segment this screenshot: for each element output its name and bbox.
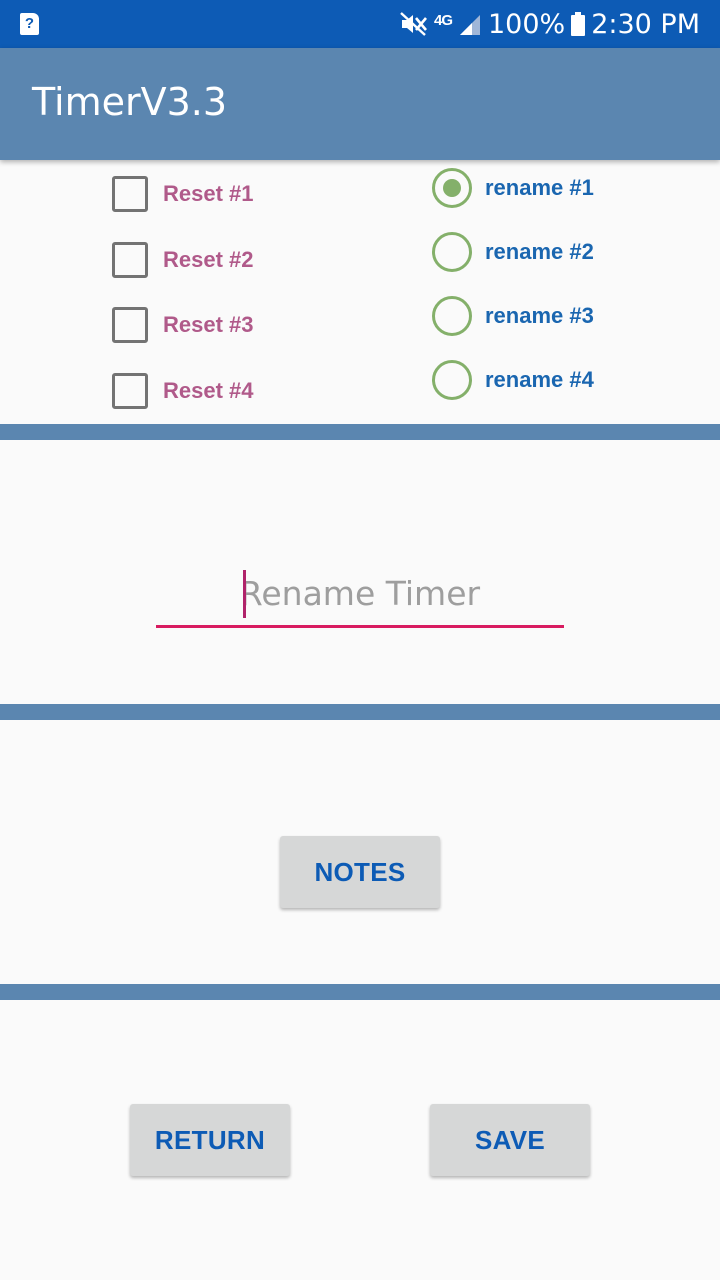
rename-3-radio[interactable] (432, 296, 472, 336)
reset-1-label: Reset #1 (163, 181, 254, 206)
status-bar: ? 4G 100% 2:30 PM (0, 0, 720, 48)
reset-3-checkbox-row[interactable]: Reset #3 (112, 307, 254, 343)
reset-1-checkbox[interactable] (112, 176, 148, 212)
rename-3-radio-row[interactable]: rename #3 (432, 296, 594, 336)
rename-1-radio[interactable] (432, 168, 472, 208)
clock: 2:30 PM (591, 8, 700, 40)
reset-4-checkbox[interactable] (112, 373, 148, 409)
reset-3-label: Reset #3 (163, 312, 254, 337)
reset-1-checkbox-row[interactable]: Reset #1 (112, 176, 254, 212)
section-divider (0, 984, 720, 1000)
return-button[interactable]: RETURN (130, 1104, 290, 1176)
reset-4-checkbox-row[interactable]: Reset #4 (112, 373, 254, 409)
signal-strength-icon (460, 15, 480, 35)
notes-button[interactable]: NOTES (280, 836, 440, 908)
rename-4-radio[interactable] (432, 360, 472, 400)
status-icons: 4G 100% 2:30 PM (400, 0, 700, 48)
network-type-label: 4G (433, 11, 453, 29)
app-bar: TimerV3.3 (0, 48, 720, 160)
rename-1-label: rename #1 (485, 175, 594, 200)
rename-2-radio-row[interactable]: rename #2 (432, 232, 594, 272)
reset-2-label: Reset #2 (163, 247, 254, 272)
battery-icon (571, 12, 586, 36)
section-divider (0, 704, 720, 720)
rename-1-radio-row[interactable]: rename #1 (432, 168, 594, 208)
rename-timer-input[interactable] (156, 562, 564, 628)
reset-3-checkbox[interactable] (112, 307, 148, 343)
battery-percent: 100% (488, 8, 566, 40)
reset-4-label: Reset #4 (163, 378, 254, 403)
rename-2-label: rename #2 (485, 239, 594, 264)
mute-icon (400, 12, 427, 36)
section-divider (0, 424, 720, 440)
reset-2-checkbox-row[interactable]: Reset #2 (112, 242, 254, 278)
app-title: TimerV3.3 (32, 80, 228, 124)
rename-3-label: rename #3 (485, 303, 594, 328)
rename-4-label: rename #4 (485, 367, 594, 392)
rename-2-radio[interactable] (432, 232, 472, 272)
save-button[interactable]: SAVE (430, 1104, 590, 1176)
rename-4-radio-row[interactable]: rename #4 (432, 360, 594, 400)
text-cursor (243, 570, 246, 618)
reset-2-checkbox[interactable] (112, 242, 148, 278)
sim-unknown-icon: ? (20, 13, 39, 35)
